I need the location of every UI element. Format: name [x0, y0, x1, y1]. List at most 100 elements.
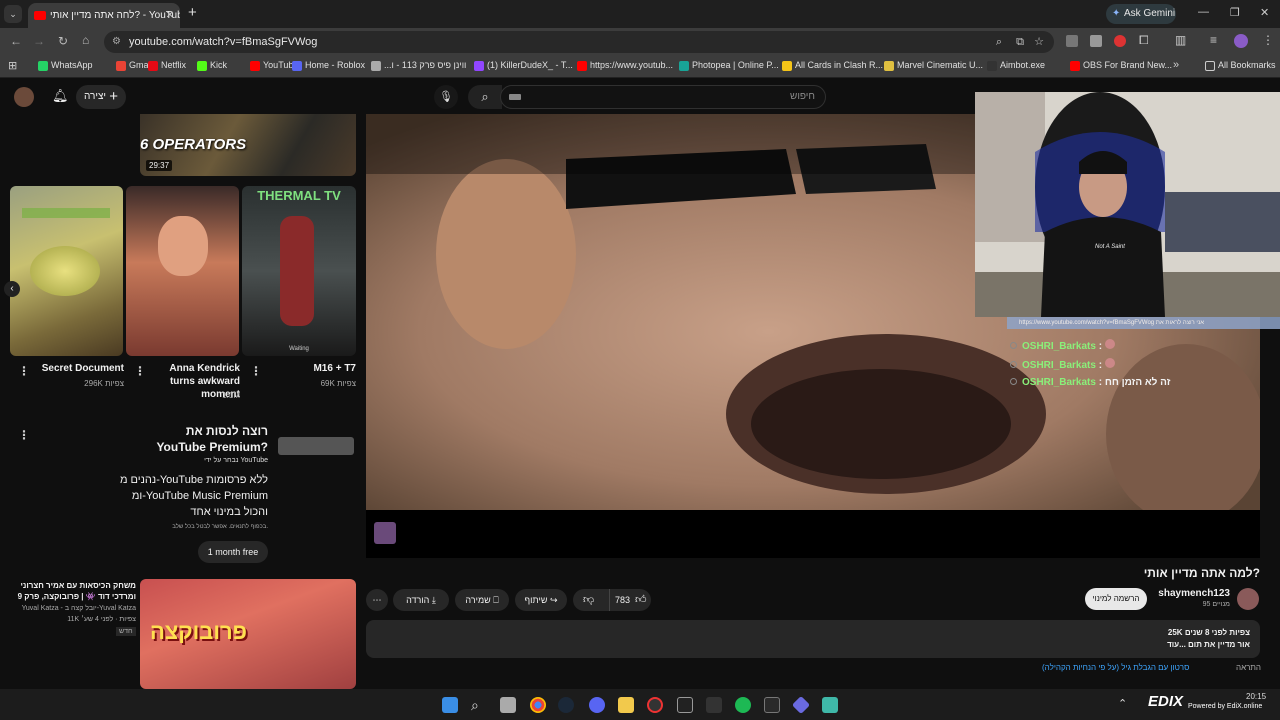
spotify-icon[interactable]	[735, 697, 751, 713]
reload-icon[interactable]: ↻	[58, 34, 68, 48]
obs-icon[interactable]	[647, 697, 663, 713]
home-icon[interactable]: ⌂	[82, 33, 89, 47]
side-panel-icon[interactable]: ▥	[1175, 33, 1186, 47]
dislike-icon[interactable]: 👎︎	[583, 589, 594, 611]
save-button[interactable]: שמירה ⎕	[455, 589, 509, 611]
search-input[interactable]: חיפוש	[500, 85, 826, 109]
channel-name[interactable]: shaymench123	[1140, 588, 1230, 599]
record-extension-icon[interactable]	[1114, 35, 1126, 47]
keyboard-icon[interactable]	[509, 94, 521, 100]
premium-trial-button[interactable]: 1 month free	[198, 541, 268, 563]
tray-chevron-icon[interactable]: ⌃	[1118, 697, 1127, 710]
maximize-button[interactable]: ❐	[1230, 6, 1240, 19]
like-icon[interactable]: 👍︎	[635, 589, 647, 611]
epic-games-icon[interactable]	[764, 697, 780, 713]
bookmark-item[interactable]: https://www.youtub...	[577, 60, 674, 71]
bookmark-star-icon[interactable]: ☆	[1034, 31, 1044, 53]
profile-avatar[interactable]	[1234, 34, 1248, 48]
share-button[interactable]: שיתוף ↪	[515, 589, 567, 611]
bookmark-item[interactable]: WhatsApp	[38, 60, 93, 71]
description-box[interactable]: 25K צפיות לפני 8 שנים אור מדיין את תום .…	[366, 620, 1260, 658]
short-title[interactable]: Secret Document	[30, 362, 124, 375]
channel-avatar[interactable]	[1237, 588, 1259, 610]
bookmark-item[interactable]: Netflix	[148, 60, 186, 71]
short-thumbnail[interactable]	[10, 186, 123, 356]
capcut-icon[interactable]	[677, 697, 693, 713]
thumbnail-graphic	[22, 208, 110, 218]
tab-search-button[interactable]: ⌄	[4, 5, 22, 23]
ask-gemini-button[interactable]: ✦ Ask Gemini	[1106, 4, 1176, 24]
more-options-icon[interactable]: ⋮	[134, 365, 146, 377]
bookmark-item[interactable]: OBS For Brand New...	[1070, 60, 1172, 71]
extension-icon[interactable]	[1066, 35, 1078, 47]
bookmark-item[interactable]: Marvel Cinematic U...	[884, 60, 984, 71]
bookmark-item[interactable]: All Cards in Clash R...	[782, 60, 883, 71]
active-tab[interactable]: לחה אתה מדיין אותי? - YouTube ✕	[28, 3, 180, 28]
search-icon[interactable]: ⌕	[471, 697, 487, 713]
start-windows-icon[interactable]	[442, 697, 458, 713]
zoom-icon[interactable]: ⌕	[996, 31, 1002, 53]
more-options-icon[interactable]: ⋮	[18, 429, 30, 441]
bookmark-item[interactable]: Photopea | Online P...	[679, 60, 779, 71]
rec-video-title[interactable]: משחק הכיסאות עם אמיר חצרוני ומרדכי דוד 👾…	[10, 580, 136, 602]
download-button[interactable]: הורדה ⤓	[393, 589, 449, 611]
new-tab-button[interactable]: +	[188, 4, 197, 21]
app-icon[interactable]	[706, 697, 722, 713]
bookmark-item[interactable]: Aimbot.exe	[987, 60, 1045, 71]
channel-watermark-icon[interactable]	[374, 522, 396, 544]
video-thumbnail[interactable]: פרובוקצה	[140, 579, 356, 689]
site-info-icon[interactable]: ⚙	[112, 31, 121, 53]
download-label: הורדה	[406, 595, 430, 605]
more-bookmarks-icon[interactable]: »	[1173, 59, 1179, 71]
bookmark-item[interactable]: Home - Roblox	[292, 60, 365, 71]
subscribe-button[interactable]: הרשמה למינוי	[1085, 588, 1147, 610]
bookmark-item[interactable]: Kick	[197, 60, 227, 71]
extensions-puzzle-icon[interactable]: ⧠	[1139, 33, 1149, 48]
omnibox[interactable]: ⚙ youtube.com/watch?v=fBmaSgFVWog ☆ ⧉ ⌕	[104, 31, 1054, 53]
account-avatar[interactable]	[14, 87, 34, 107]
bookmark-favicon-icon	[148, 61, 158, 71]
apps-grid-icon[interactable]: ⊞	[8, 59, 17, 72]
voice-search-mic-icon[interactable]: 🎙︎	[434, 85, 458, 109]
bookmark-label: (1) KillerDudeX_ - T...	[487, 60, 573, 70]
video-thumbnail[interactable]: 6 OPERATORS 29:37	[140, 114, 356, 176]
short-thumbnail[interactable]	[126, 186, 239, 356]
chrome-icon[interactable]	[530, 697, 546, 713]
extension-icon[interactable]	[1090, 35, 1102, 47]
more-options-icon[interactable]: ⋮	[250, 365, 262, 377]
short-thumbnail[interactable]: THERMAL TV Waiting	[242, 186, 356, 356]
more-actions-button[interactable]: ⋯	[366, 589, 388, 611]
bookmark-label: Marvel Cinematic U...	[897, 60, 984, 70]
install-app-icon[interactable]: ⧉	[1016, 31, 1024, 53]
create-button[interactable]: יצירה +	[76, 85, 126, 109]
minimize-button[interactable]: —	[1198, 6, 1209, 18]
close-window-button[interactable]: ✕	[1260, 6, 1269, 19]
rec-channel[interactable]: Yuval Katza - יובל קצה ב-Yuval Katza	[10, 605, 136, 612]
age-restriction-notice[interactable]: סרטון עם הגבלת גיל (על פי הנחיות הקהילה)	[1042, 663, 1189, 672]
back-icon[interactable]: ←	[10, 34, 22, 48]
soldier-graphic	[280, 216, 314, 326]
steam-icon[interactable]	[558, 697, 574, 713]
notepad-icon[interactable]	[822, 697, 838, 713]
discord-icon[interactable]	[589, 697, 605, 713]
bookmark-item[interactable]: ...ווינן פיס פרק 113 - ו	[371, 60, 466, 71]
reading-list-icon[interactable]: ≡	[1210, 33, 1217, 47]
short-title[interactable]: M16 + T7	[262, 362, 356, 375]
like-count[interactable]: 783	[615, 589, 630, 611]
file-explorer-icon[interactable]	[618, 697, 634, 713]
all-bookmarks-label: All Bookmarks	[1218, 60, 1276, 70]
app-icon[interactable]	[791, 695, 811, 715]
close-tab-icon[interactable]: ✕	[166, 3, 174, 28]
menu-kebab-icon[interactable]: ⋮	[1262, 33, 1274, 47]
player-control-bar[interactable]	[366, 510, 1260, 558]
bookmark-item[interactable]: (1) KillerDudeX_ - T...	[474, 60, 573, 71]
forward-icon[interactable]: →	[33, 34, 45, 48]
clock[interactable]: 20:15	[1246, 692, 1266, 701]
more-options-icon[interactable]: ⋮	[18, 365, 30, 377]
notifications-bell-icon[interactable]: 🔔︎	[52, 88, 69, 104]
shelf-prev-chevron-icon[interactable]: ‹	[4, 281, 20, 297]
bookmark-label: https://www.youtub...	[590, 60, 674, 70]
all-bookmarks-folder[interactable]: All Bookmarks	[1205, 60, 1276, 71]
task-view-icon[interactable]	[500, 697, 516, 713]
search-button[interactable]: ⌕	[468, 85, 502, 109]
